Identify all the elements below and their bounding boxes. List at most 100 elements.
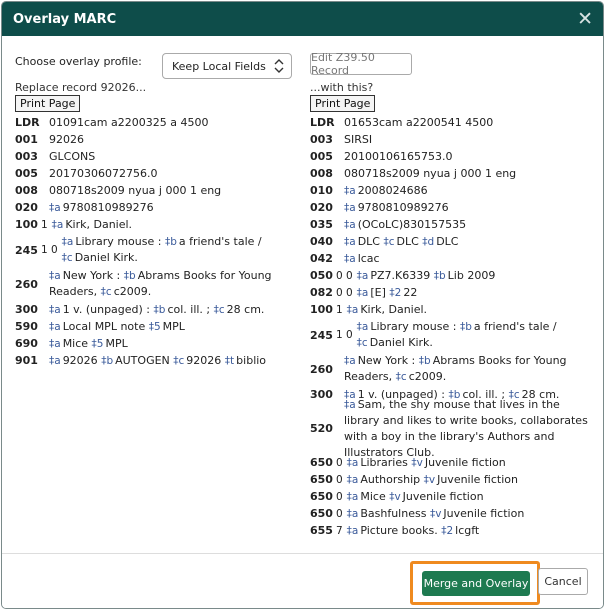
marc-tag: 040 — [310, 235, 333, 248]
subfield-code: ‡5 — [91, 337, 104, 350]
incoming-marc-record: LDR 01653cam a2200541 4500 003 SIRSI 005 20… — [310, 114, 594, 539]
marc-field-row: 100 1 ‡a Kirk, Daniel. — [15, 216, 293, 233]
marc-tag: 100 — [310, 303, 333, 316]
merge-and-overlay-button[interactable]: Merge and Overlay — [422, 571, 530, 596]
marc-field-content: ‡a Sam, the shy mouse that lives in the l… — [344, 397, 594, 461]
subfield-value: 01091cam a2200325 a 4500 — [49, 115, 209, 129]
subfield-code: ‡b — [433, 269, 446, 282]
subfield-value: Mice — [62, 336, 92, 350]
marc-field-content: ‡a Library mouse : ‡b a friend's tale / ‡c… — [357, 319, 594, 351]
close-icon[interactable]: ✕ — [577, 9, 593, 29]
marc-field-content: 01091cam a2200325 a 4500 — [49, 115, 293, 131]
subfield-value: 92026 — [186, 353, 225, 367]
edit-z3950-record-button[interactable]: Edit Z39.50 Record — [310, 51, 412, 77]
subfield-code: ‡a — [346, 507, 359, 520]
marc-field-row: 690 ‡a Mice ‡5 MPL — [15, 335, 293, 352]
select-arrows-icon — [274, 59, 284, 73]
subfield-value: New York : — [62, 269, 124, 282]
subfield-value: Kirk, Daniel. — [65, 217, 133, 231]
marc-field-row: 020 ‡a 9780810989276 — [15, 199, 293, 216]
subfield-value: DLC — [436, 234, 459, 248]
print-page-button-left[interactable]: Print Page — [15, 95, 81, 112]
marc-tag: 260 — [310, 362, 333, 376]
subfield-value: 20170306072756.0 — [49, 166, 158, 180]
marc-tag: 655 — [310, 524, 333, 537]
marc-tag: 003 — [15, 150, 38, 163]
marc-field-content: ‡a Mice ‡v Juvenile fiction — [347, 489, 594, 505]
marc-field-content: ‡a 9780810989276 — [49, 200, 293, 216]
marc-field-row: 001 92026 — [15, 131, 293, 148]
subfield-code: ‡a — [346, 473, 359, 486]
marc-field-content: 080718s2009 nyua j 000 1 eng — [49, 183, 293, 199]
subfield-code: ‡b — [418, 355, 431, 367]
marc-field-row: 010 ‡a 2008024686 — [310, 182, 594, 199]
subfield-code: ‡a — [49, 270, 61, 282]
marc-field-row: 650 0 ‡a Libraries ‡v Juvenile fiction — [310, 454, 594, 471]
subfield-value: 92026 — [49, 132, 84, 146]
cancel-button[interactable]: Cancel — [538, 568, 588, 595]
marc-field-row: 003 GLCONS — [15, 148, 293, 165]
subfield-value: c2009. — [408, 370, 447, 383]
marc-indicators: 0 — [335, 473, 343, 486]
marc-field-row: 005 20170306072756.0 — [15, 165, 293, 182]
subfield-code: ‡c — [213, 303, 225, 316]
marc-field-content: ‡a Bashfulness ‡v Juvenile fiction — [347, 506, 594, 522]
subfield-code: ‡2 — [441, 524, 454, 537]
marc-tag: 100 — [15, 218, 38, 231]
subfield-value: lcac — [357, 251, 380, 265]
subfield-code: ‡v — [429, 507, 442, 520]
subfield-value: 22 — [403, 285, 418, 299]
subfield-code: ‡a — [346, 456, 359, 469]
marc-field-row: 655 7 ‡a Picture books. ‡2 lcgft — [310, 522, 594, 539]
toolbar: Choose overlay profile: Keep Local Field… — [2, 36, 603, 80]
marc-field-content: ‡a PZ7.K6339 ‡b Lib 2009 — [357, 268, 594, 284]
marc-indicators: 1 0 — [335, 329, 353, 341]
subfield-value: Juvenile fiction — [443, 506, 525, 520]
subfield-value: 2008024686 — [357, 183, 428, 197]
current-marc-record: LDR 01091cam a2200325 a 4500 001 92026 003… — [15, 114, 293, 369]
subfield-value: 92026 — [62, 353, 102, 367]
marc-field-content: ‡a Libraries ‡v Juvenile fiction — [347, 455, 594, 471]
subfield-value: a friend's tale / — [473, 320, 557, 333]
marc-field-row: 650 0 ‡a Bashfulness ‡v Juvenile fiction — [310, 505, 594, 522]
subfield-code: ‡a — [344, 398, 356, 411]
marc-field-content: ‡a Library mouse : ‡b a friend's tale / ‡c… — [62, 234, 293, 266]
marc-tag: 042 — [310, 252, 333, 265]
marc-tag: 008 — [15, 184, 38, 197]
subfield-code: ‡a — [49, 337, 61, 350]
marc-tag: 245 — [15, 243, 38, 257]
marc-field-row: 650 0 ‡a Authorship ‡v Juvenile fiction — [310, 471, 594, 488]
subfield-value: 9780810989276 — [357, 200, 449, 214]
marc-field-row: 650 0 ‡a Mice ‡v Juvenile fiction — [310, 488, 594, 505]
subfield-value: PZ7.K6339 — [370, 268, 434, 282]
marc-field-row: 005 20100106165753.0 — [310, 148, 594, 165]
subfield-code: ‡a — [346, 490, 359, 503]
subfield-value: Kirk, Daniel. — [360, 302, 428, 316]
current-record-column: Replace record 92026... Print Page LDR 01… — [15, 80, 293, 369]
marc-field-content: ‡a lcac — [344, 251, 594, 267]
subfield-value: 20100106165753.0 — [344, 149, 453, 163]
marc-field-content: ‡a [E] ‡2 22 — [357, 285, 594, 301]
marc-tag: 260 — [15, 277, 38, 291]
marc-tag: 650 — [310, 473, 333, 486]
print-page-button-right[interactable]: Print Page — [310, 95, 376, 112]
marc-field-content: ‡a Picture books. ‡2 lcgft — [347, 523, 594, 539]
marc-indicators: 0 — [335, 490, 343, 503]
subfield-value: Juvenile fiction — [402, 489, 484, 503]
subfield-code: ‡c — [383, 235, 395, 248]
subfield-value: 01653cam a2200541 4500 — [344, 115, 494, 129]
marc-field-content: GLCONS — [49, 149, 293, 165]
incoming-record-column: ...with this? Print Page LDR 01653cam a22… — [310, 80, 594, 539]
marc-field-content: 20170306072756.0 — [49, 166, 293, 182]
marc-field-row: 245 1 0 ‡a Library mouse : ‡b a friend's tal… — [310, 318, 594, 352]
subfield-code: ‡c — [61, 252, 73, 264]
overlay-profile-select[interactable]: Keep Local Fields — [162, 53, 292, 79]
subfield-value: 28 cm. — [226, 302, 265, 316]
subfield-value: 9780810989276 — [62, 200, 154, 214]
marc-field-content: ‡a 9780810989276 — [344, 200, 594, 216]
marc-field-row: LDR 01091cam a2200325 a 4500 — [15, 114, 293, 131]
marc-indicators: 0 — [335, 456, 343, 469]
subfield-value: New York : — [357, 354, 419, 367]
marc-field-row: 520 ‡a Sam, the shy mouse that lives in th… — [310, 398, 594, 459]
marc-tag: 590 — [15, 320, 38, 333]
